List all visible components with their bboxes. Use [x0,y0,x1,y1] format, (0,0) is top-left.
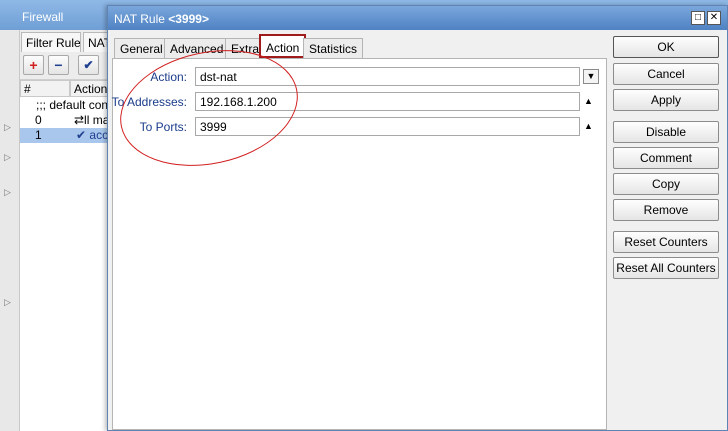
row-number: 0 [35,113,42,127]
nat-rule-dialog: NAT Rule <3999> □ ✕ General Advanced Ext… [107,5,728,431]
tab-nat[interactable]: NAT [83,32,110,52]
action-tab-content: Action: dst-nat ▼ To Addresses: 192.168.… [112,58,607,430]
to-ports-input[interactable]: 3999 [195,117,580,136]
table-row-selected[interactable]: 1 ✔ acc [20,128,110,143]
column-header-number[interactable]: # [20,80,70,97]
expand-icon[interactable]: ▷ [4,298,12,307]
plus-icon: + [29,57,38,73]
tab-general[interactable]: General [114,38,169,58]
remove-rule-button[interactable]: − [48,55,69,75]
firewall-title: Firewall [22,10,64,24]
tab-action[interactable]: Action [259,34,307,58]
dialog-title-id: <3999> [168,12,209,26]
disable-button[interactable]: Disable [613,121,719,143]
to-addresses-row: To Addresses: 192.168.1.200 ▲ [111,92,608,112]
row-action: ⇄ll mas [74,113,110,127]
reset-counters-button[interactable]: Reset Counters [613,231,719,253]
enable-button[interactable]: ✔ [78,55,99,75]
firewall-toolbar: + − ✔ [20,52,110,80]
reset-all-counters-button[interactable]: Reset All Counters [613,257,719,279]
dialog-title: NAT Rule <3999> [114,12,209,26]
to-addresses-input[interactable]: 192.168.1.200 [195,92,580,111]
action-label: Action: [150,70,187,84]
firewall-panel: Filter Rules NAT + − ✔ # Action ;;; defa… [20,30,110,431]
expand-icon[interactable]: ▷ [4,188,12,197]
row-action: ✔ acc [76,128,109,142]
dropdown-arrow-icon[interactable]: ▼ [583,69,599,84]
comment-cell: ;;; default confi [36,98,110,112]
minus-icon: − [54,57,63,73]
ok-button[interactable]: OK [613,36,719,58]
to-ports-label: To Ports: [139,120,187,134]
table-row[interactable]: ;;; default confi [20,98,110,113]
cancel-button[interactable]: Cancel [613,63,719,85]
left-strip: ▷ ▷ ▷ ▷ [0,30,20,431]
tab-advanced[interactable]: Advanced [164,38,230,58]
collapse-up-icon[interactable]: ▲ [584,121,593,131]
tab-filter-rules[interactable]: Filter Rules [21,32,81,52]
action-row: Action: dst-nat ▼ [113,67,608,87]
maximize-icon[interactable]: □ [691,11,705,25]
apply-button[interactable]: Apply [613,89,719,111]
action-select[interactable]: dst-nat [195,67,580,86]
column-header-action[interactable]: Action [70,80,110,97]
close-icon[interactable]: ✕ [707,11,721,25]
tab-statistics[interactable]: Statistics [303,38,364,58]
check-icon: ✔ [83,58,94,72]
remove-button[interactable]: Remove [613,199,719,221]
copy-button[interactable]: Copy [613,173,719,195]
to-addresses-label: To Addresses: [111,95,187,109]
comment-button[interactable]: Comment [613,147,719,169]
to-ports-row: To Ports: 3999 ▲ [113,117,608,137]
dialog-title-prefix: NAT Rule [114,12,165,26]
expand-icon[interactable]: ▷ [4,123,12,132]
collapse-up-icon[interactable]: ▲ [584,96,593,106]
firewall-tabs: Filter Rules NAT [20,30,110,52]
add-button[interactable]: + [23,55,44,75]
expand-icon[interactable]: ▷ [4,153,12,162]
table-row[interactable]: 0 ⇄ll mas [20,113,110,128]
dialog-titlebar[interactable]: NAT Rule <3999> □ ✕ [108,6,727,30]
row-number: 1 [35,128,42,142]
